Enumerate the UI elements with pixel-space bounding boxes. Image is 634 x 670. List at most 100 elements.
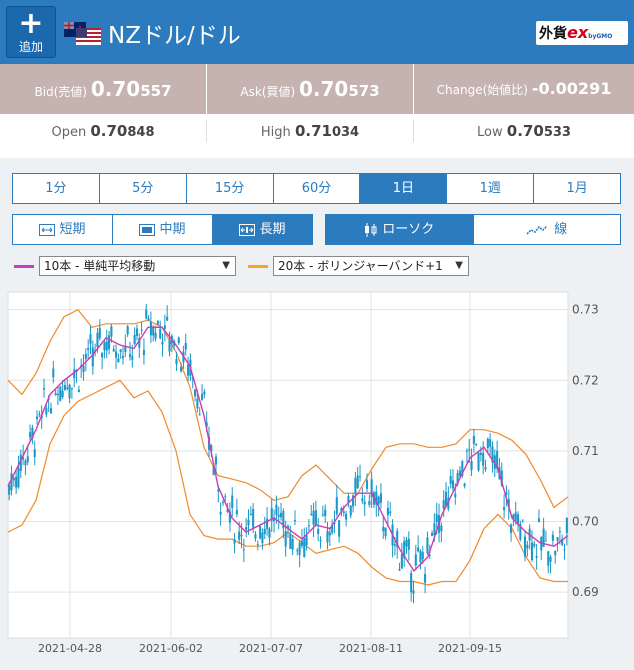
candle-body bbox=[463, 483, 466, 487]
ask-value-small: 573 bbox=[348, 82, 380, 100]
tab-term-mid-label: 中期 bbox=[159, 222, 186, 237]
y-tick-label: 0.69 bbox=[572, 585, 599, 599]
tab-period-1month[interactable]: 1月 bbox=[534, 174, 620, 203]
candle-body bbox=[12, 477, 15, 481]
candle-body bbox=[549, 556, 552, 562]
candle-body bbox=[451, 480, 455, 489]
candle-body bbox=[61, 390, 64, 398]
bid-value-small: 557 bbox=[140, 82, 172, 100]
candle-body bbox=[49, 408, 53, 414]
tab-period-15min[interactable]: 15分 bbox=[187, 174, 274, 203]
ask-quote: Ask(買値) 0.70573 bbox=[207, 64, 413, 114]
candle-body bbox=[410, 573, 413, 593]
candle-body bbox=[8, 485, 11, 495]
candle-body bbox=[235, 510, 238, 515]
candle-body bbox=[484, 467, 487, 470]
candle-body bbox=[121, 355, 125, 359]
candle-body bbox=[530, 542, 534, 560]
candle-body bbox=[417, 547, 420, 552]
candle-body bbox=[400, 554, 403, 569]
bid-value-main: 0.70 bbox=[90, 77, 141, 101]
candle-body bbox=[29, 432, 32, 438]
candle-body bbox=[526, 544, 529, 549]
tab-type-candlestick-label: ローソク bbox=[382, 222, 435, 237]
candle-body bbox=[180, 366, 183, 372]
candle-body bbox=[482, 452, 485, 466]
candle-body bbox=[145, 309, 148, 319]
candle-body bbox=[152, 326, 155, 336]
candle-body bbox=[266, 518, 269, 529]
ask-value-main: 0.70 bbox=[298, 77, 349, 101]
candle-body bbox=[554, 551, 557, 556]
candle-body bbox=[108, 335, 111, 350]
change-label: Change(始値比) bbox=[436, 83, 528, 97]
candle-body bbox=[368, 501, 371, 505]
candle-body bbox=[405, 540, 408, 547]
spacer bbox=[0, 148, 634, 158]
candle-body bbox=[551, 534, 554, 541]
candle-body bbox=[503, 507, 506, 511]
candle-body bbox=[263, 528, 266, 534]
sma-indicator-select[interactable]: 10本 - 単純平均移動 ▼ bbox=[39, 256, 236, 276]
candle-body bbox=[242, 549, 245, 551]
candle-body bbox=[254, 534, 257, 539]
candle-body bbox=[354, 478, 357, 494]
candle-body bbox=[307, 525, 310, 527]
tab-term-mid[interactable]: 中期 bbox=[113, 215, 213, 244]
candle-body bbox=[101, 352, 104, 358]
candle-body bbox=[328, 532, 331, 536]
candle-body bbox=[187, 364, 190, 376]
candle-body bbox=[84, 354, 87, 359]
candle-body bbox=[521, 519, 524, 521]
tab-period-5min[interactable]: 5分 bbox=[100, 174, 187, 203]
tab-type-candlestick[interactable]: ローソク bbox=[326, 215, 474, 244]
candle-body bbox=[558, 531, 561, 533]
candle-body bbox=[52, 368, 55, 378]
x-tick-label: 2021-07-07 bbox=[239, 642, 303, 655]
candle-body bbox=[142, 350, 145, 356]
candle-body bbox=[454, 493, 457, 498]
candle-body bbox=[54, 393, 57, 396]
tab-term-long[interactable]: 長期 bbox=[213, 215, 312, 244]
candle-body bbox=[15, 476, 18, 488]
tab-type-line[interactable]: 線 bbox=[474, 215, 621, 244]
bollinger-indicator-select[interactable]: 20本 - ボリンジャーバンド+1 ▼ bbox=[273, 256, 469, 276]
tab-period-60min[interactable]: 60分 bbox=[274, 174, 361, 203]
candle-body bbox=[310, 513, 313, 515]
line-chart-icon bbox=[526, 224, 548, 235]
tab-term-short[interactable]: 短期 bbox=[13, 215, 113, 244]
candle-body bbox=[249, 513, 252, 516]
candle-body bbox=[412, 590, 415, 594]
candle-body bbox=[377, 496, 380, 505]
high-value-small: 034 bbox=[331, 125, 360, 140]
candle-body bbox=[68, 384, 71, 398]
candle-body bbox=[547, 551, 550, 566]
candle-body bbox=[424, 574, 427, 583]
candle-body bbox=[256, 543, 259, 545]
candle-body bbox=[442, 500, 445, 509]
candle-body bbox=[300, 540, 303, 546]
candle-body bbox=[87, 348, 90, 350]
candle-body bbox=[128, 354, 132, 358]
candle-body bbox=[510, 524, 513, 533]
candle-body bbox=[440, 525, 443, 532]
add-button[interactable]: + 追加 bbox=[6, 6, 56, 58]
candle-body bbox=[126, 326, 129, 335]
y-tick-label: 0.70 bbox=[572, 514, 599, 528]
ask-label: Ask(買値) bbox=[240, 85, 296, 99]
x-tick-label: 2021-04-28 bbox=[38, 642, 102, 655]
candle-body bbox=[514, 512, 517, 521]
candle-body bbox=[277, 514, 280, 517]
candle-body bbox=[486, 438, 489, 449]
candle-body bbox=[365, 480, 369, 489]
candle-body bbox=[221, 502, 224, 504]
candle-body bbox=[414, 554, 417, 566]
candle-body bbox=[537, 518, 540, 522]
candle-body bbox=[194, 389, 197, 397]
tab-period-1min[interactable]: 1分 bbox=[13, 174, 100, 203]
tab-period-1week[interactable]: 1週 bbox=[447, 174, 535, 203]
tab-period-1day[interactable]: 1日 bbox=[360, 174, 448, 203]
price-chart[interactable]: 0.73 0.72 0.71 0.70 0.69 2021-04-28 2021-06-02… bbox=[6, 288, 628, 666]
plus-icon: + bbox=[18, 6, 44, 41]
candle-body bbox=[156, 321, 159, 325]
